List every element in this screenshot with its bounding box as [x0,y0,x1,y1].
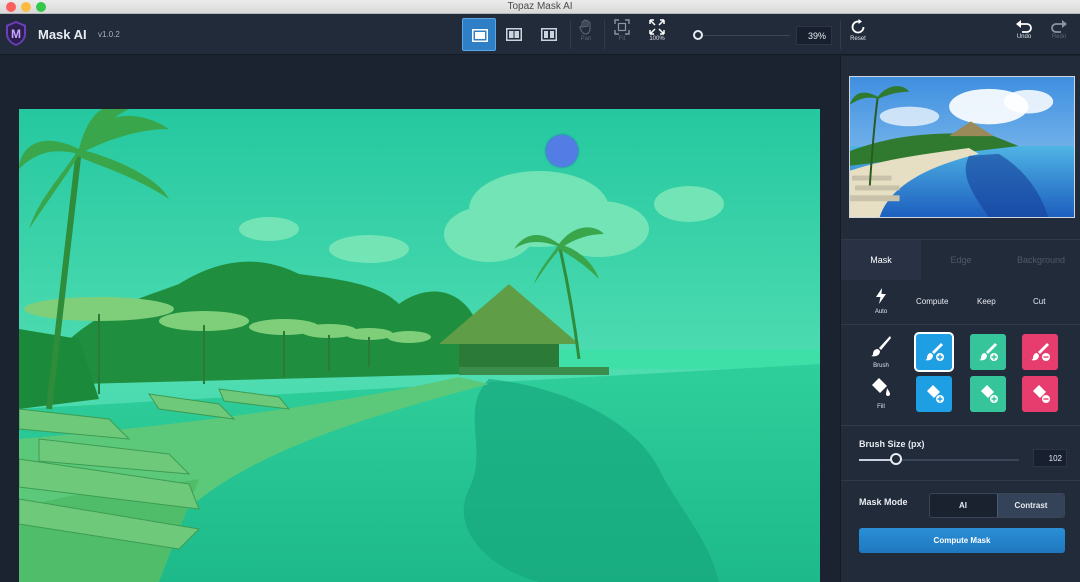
svg-text:M: M [11,27,21,41]
fit-screen-icon [614,19,630,35]
brush-cursor [546,135,578,167]
side-by-side-view-icon [541,28,557,41]
fill-label: Fill [877,404,885,410]
undo-icon [1016,20,1032,33]
single-view-button[interactable] [462,18,496,51]
cut-column-header: Cut [1033,297,1046,306]
masked-photo-canvas[interactable] [19,109,820,582]
toolbar-divider [840,20,841,49]
redo-label: Redo [1051,34,1067,40]
mask-ai-window: Topaz Mask AI M Mask AI v1.0.2 Pan Fit 1… [0,0,1080,582]
fill-tool-label-group: Fill [863,376,899,410]
toolbar-divider [604,20,605,49]
compute-fill-button[interactable] [916,376,952,412]
zoom-slider-track[interactable] [702,35,790,36]
auto-button[interactable]: Auto [868,288,894,315]
top-toolbar: M Mask AI v1.0.2 Pan Fit 100% 39% Reset … [0,14,1080,55]
window-title: Topaz Mask AI [507,1,573,12]
reset-icon [851,19,865,34]
mask-mode-ai-button[interactable]: AI [930,494,996,517]
navigator-preview[interactable] [849,76,1075,218]
undo-button[interactable]: Undo [1009,19,1039,51]
fill-plus-icon [927,385,944,403]
split-view-button[interactable] [497,18,531,51]
compute-brush-button[interactable] [916,334,952,370]
brush-plus-icon [979,343,998,361]
redo-button[interactable]: Redo [1044,19,1074,51]
fit-button[interactable]: Fit [607,19,637,51]
expand-arrows-icon [649,19,665,35]
pan-tool-button[interactable]: Pan [571,19,601,51]
keep-column-header: Keep [977,297,996,306]
right-panel: Mask Edge Background Auto Compute Keep C… [840,56,1080,582]
app-name: Mask AI [38,27,87,42]
brush-icon [871,336,891,357]
compute-column-header: Compute [916,297,949,306]
panel-divider [841,425,1080,426]
fill-bucket-icon [872,378,890,396]
panel-divider [841,480,1080,481]
hand-icon [579,19,591,35]
cut-brush-button[interactable] [1022,334,1058,370]
window-titlebar: Topaz Mask AI [0,0,1080,14]
brush-tool-label-group: Brush [863,335,899,369]
redo-icon [1051,20,1067,33]
reset-button[interactable]: Reset [843,19,873,51]
brush-minus-icon [1031,343,1050,361]
brush-size-label: Brush Size (px) [859,439,925,449]
tab-mask[interactable]: Mask [841,240,921,280]
brush-label: Brush [873,363,889,369]
mask-mode-contrast-button[interactable]: Contrast [997,494,1064,517]
fill-plus-icon [981,385,998,403]
canvas-area[interactable] [0,56,840,582]
mask-mode-label: Mask Mode [859,497,908,507]
tab-background[interactable]: Background [1001,240,1080,280]
pan-label: Pan [580,36,592,42]
split-view-icon [506,28,522,41]
zoom-slider-handle[interactable] [693,30,703,40]
brush-size-field[interactable]: 102 [1033,449,1067,467]
mask-mode-toggle: AI Contrast [929,493,1065,518]
app-version: v1.0.2 [98,30,120,39]
auto-label: Auto [874,309,888,315]
zoom-100-label: 100% [649,36,665,42]
undo-label: Undo [1016,34,1032,40]
zoom-100-button[interactable]: 100% [642,19,672,51]
app-logo-icon: M [6,21,26,46]
keep-fill-button[interactable] [970,376,1006,412]
tab-edge[interactable]: Edge [921,240,1001,280]
reset-label: Reset [850,36,866,42]
brush-size-slider-handle[interactable] [890,453,902,465]
brush-plus-icon [925,343,944,361]
single-view-icon [472,29,488,42]
fill-minus-icon [1033,385,1050,403]
fit-label: Fit [618,36,626,42]
cut-fill-button[interactable] [1022,376,1058,412]
panel-divider [841,324,1080,325]
lightning-icon [876,288,886,304]
keep-brush-button[interactable] [970,334,1006,370]
mask-tabs: Mask Edge Background [841,240,1080,280]
side-by-side-view-button[interactable] [532,18,566,51]
zoom-value-field[interactable]: 39% [796,26,832,45]
compute-mask-button[interactable]: Compute Mask [859,528,1065,553]
